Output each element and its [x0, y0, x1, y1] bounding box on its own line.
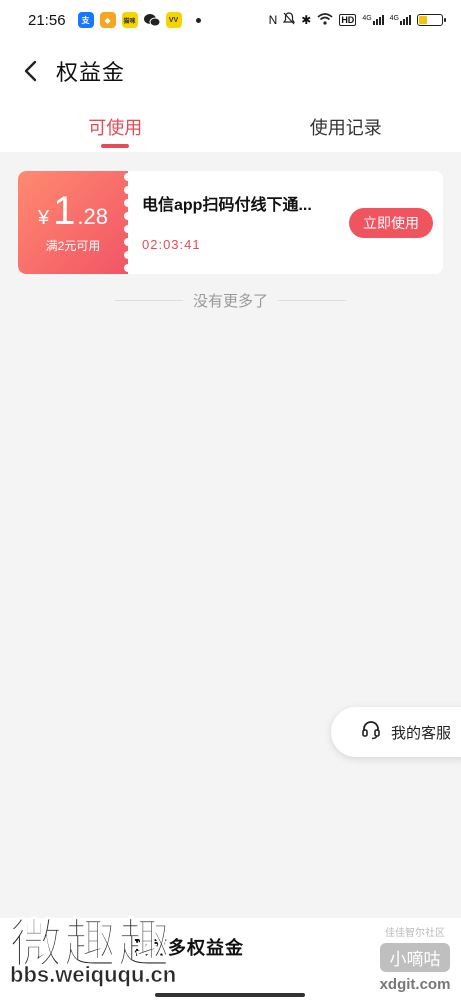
coupon-countdown: 02:03:41 — [142, 237, 201, 252]
app-shield-icon: ◆ — [99, 12, 116, 28]
use-now-button[interactable]: 立即使用 — [349, 208, 433, 238]
mute-bell-icon — [283, 12, 296, 28]
watermark-left: 微趣趣 bbs.weiququ.cn — [4, 888, 244, 1000]
watermark-right: 佳佳智尔社区 小嘀咕 xdgit.com — [370, 920, 460, 998]
coupon-info: 电信app扫码付线下通... 02:03:41 立即使用 — [128, 171, 443, 274]
customer-service-label: 我的客服 — [391, 724, 452, 742]
currency-symbol: ¥ — [38, 207, 50, 229]
watermark-brand: 小嘀咕 — [380, 943, 450, 972]
tab-label-usage-history: 使用记录 — [309, 118, 382, 138]
notification-dot-icon — [195, 17, 201, 23]
home-indicator[interactable] — [155, 993, 305, 997]
tab-available[interactable]: 可使用 — [0, 102, 231, 152]
bluetooth-icon: ✱ — [301, 13, 312, 27]
watermark-community: 佳佳智尔社区 — [385, 928, 445, 939]
no-more-divider: 没有更多了 — [0, 288, 461, 312]
network-label-2: 4G — [389, 15, 399, 22]
signal-2-icon: 4G — [390, 15, 411, 25]
headset-icon — [361, 720, 381, 745]
no-more-text: 没有更多了 — [192, 292, 268, 310]
coupon-condition: 满2元可用 — [45, 239, 101, 253]
coupon-value-panel: ¥ 1 .28 满2元可用 — [18, 171, 132, 274]
amount-integer: 1 — [53, 189, 76, 233]
battery-level — [419, 16, 427, 24]
status-app-icons: 支 ◆ 猫咪 VV — [77, 12, 201, 28]
network-label-1: 4G — [362, 15, 372, 22]
nfc-icon: N — [268, 13, 278, 27]
app-yellow-icon: 猫咪 — [121, 12, 138, 28]
wechat-icon — [143, 12, 160, 28]
coupon-card[interactable]: ¥ 1 .28 满2元可用 电信app扫码付线下通... 02:03:41 立即… — [18, 171, 443, 274]
customer-service-button[interactable]: 我的客服 — [331, 707, 461, 757]
divider-line-left — [114, 299, 183, 301]
status-system-icons: N ✱ HD 4G 4G — [268, 12, 446, 28]
coupon-name: 电信app扫码付线下通... — [142, 197, 312, 214]
tab-usage-history[interactable]: 使用记录 — [231, 102, 461, 152]
page-title: 权益金 — [56, 60, 126, 85]
tab-active-indicator — [101, 144, 130, 148]
tab-label-available: 可使用 — [88, 118, 143, 138]
battery-icon — [417, 14, 446, 26]
status-time: 21:56 — [28, 11, 66, 29]
watermark-domain: xdgit.com — [379, 976, 451, 993]
watermark-url: bbs.weiququ.cn — [10, 962, 177, 988]
signal-1-icon: 4G — [362, 15, 384, 25]
page-header: 权益金 — [0, 40, 461, 102]
alipay-icon: 支 — [77, 12, 94, 28]
amount-decimal: .28 — [77, 204, 108, 229]
app-vv-icon: VV — [165, 12, 182, 28]
hd-icon: HD — [339, 14, 357, 26]
wifi-icon — [317, 12, 333, 28]
tab-bar: 可使用 使用记录 — [0, 102, 461, 152]
coupon-amount: ¥ 1 .28 — [38, 191, 108, 231]
status-bar: 21:56 支 ◆ 猫咪 VV N ✱ HD 4G 4G — [0, 0, 461, 40]
back-arrow-icon[interactable] — [10, 51, 50, 91]
divider-line-right — [278, 299, 346, 301]
